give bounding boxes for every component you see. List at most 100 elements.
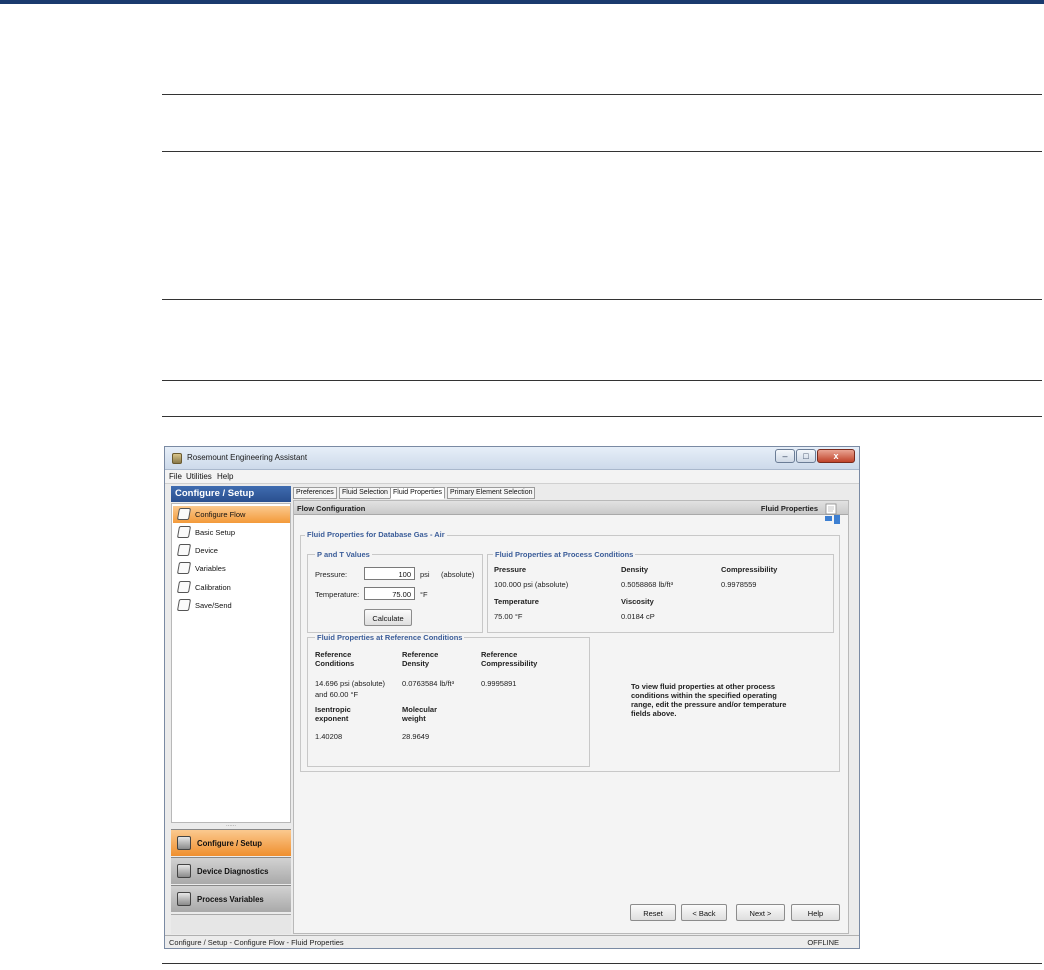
menu-file[interactable]: File bbox=[169, 472, 182, 481]
menu-help[interactable]: Help bbox=[217, 472, 233, 481]
process-variables-icon bbox=[177, 892, 191, 906]
pt-values-title: P and T Values bbox=[315, 550, 372, 559]
status-bar: Configure / Setup - Configure Flow - Flu… bbox=[165, 935, 859, 948]
device-icon bbox=[176, 544, 192, 556]
save-send-icon bbox=[176, 599, 192, 611]
process-conditions-title: Fluid Properties at Process Conditions bbox=[493, 550, 636, 559]
nav-item-label: Device bbox=[195, 546, 218, 555]
back-button[interactable]: < Back bbox=[681, 904, 727, 921]
temperature-label: Temperature: bbox=[315, 590, 360, 599]
nav-item-label: Save/Send bbox=[195, 601, 232, 610]
info-note: To view fluid properties at other proces… bbox=[631, 682, 787, 718]
ref-conditions-heading: Reference Conditions bbox=[315, 650, 355, 668]
process-conditions-group bbox=[487, 554, 834, 633]
temperature-input[interactable]: 75.00 bbox=[364, 587, 415, 600]
divider bbox=[162, 299, 1042, 300]
ref-density-heading: Reference Density bbox=[402, 650, 439, 668]
process-compressibility-value: 0.9978559 bbox=[721, 580, 757, 589]
nav-panel: Configure Flow Basic Setup Device Variab… bbox=[171, 503, 291, 823]
temperature-unit: °F bbox=[420, 590, 428, 599]
ref-conditions-value: 14.696 psi (absolute) and 60.00 °F bbox=[315, 679, 386, 699]
isentropic-exponent-value: 1.40208 bbox=[315, 732, 343, 741]
nav-header: Configure / Setup bbox=[171, 486, 291, 502]
nav-item-variables[interactable]: Variables bbox=[173, 560, 290, 577]
reset-button[interactable]: Reset bbox=[630, 904, 676, 921]
nav-item-save-send[interactable]: Save/Send bbox=[173, 597, 290, 614]
molecular-weight-value: 28.9649 bbox=[402, 732, 430, 741]
fluid-properties-group-title: Fluid Properties for Database Gas - Air bbox=[305, 530, 447, 539]
process-temperature-heading: Temperature bbox=[494, 597, 539, 606]
divider bbox=[162, 380, 1042, 381]
close-button[interactable]: x bbox=[817, 449, 855, 463]
window-title: Rosemount Engineering Assistant bbox=[187, 453, 308, 462]
nav-section-process-variables[interactable]: Process Variables bbox=[171, 885, 291, 912]
pressure-unit: psi bbox=[420, 570, 430, 579]
process-viscosity-heading: Viscosity bbox=[621, 597, 654, 606]
process-pressure-heading: Pressure bbox=[494, 565, 527, 574]
calculate-button[interactable]: Calculate bbox=[364, 609, 412, 626]
ref-compressibility-value: 0.9995891 bbox=[481, 679, 517, 688]
next-button[interactable]: Next > bbox=[736, 904, 785, 921]
minimize-button[interactable]: – bbox=[775, 449, 795, 463]
isentropic-exponent-heading: Isentropic exponent bbox=[315, 705, 351, 723]
basic-setup-icon bbox=[176, 526, 192, 538]
divider bbox=[162, 416, 1042, 417]
splitter-handle[interactable]: ...... bbox=[171, 822, 291, 828]
molecular-weight-heading: Molecular weight bbox=[402, 705, 438, 723]
variables-icon bbox=[176, 562, 192, 574]
help-button[interactable]: Help bbox=[791, 904, 840, 921]
tab-fluid-properties[interactable]: Fluid Properties bbox=[390, 487, 446, 499]
nav-item-calibration[interactable]: Calibration bbox=[173, 579, 290, 596]
pressure-label: Pressure: bbox=[315, 570, 348, 579]
nav-item-label: Configure Flow bbox=[195, 510, 246, 519]
status-text: Configure / Setup - Configure Flow - Flu… bbox=[169, 938, 344, 947]
nav-section-configure-setup[interactable]: Configure / Setup bbox=[171, 829, 291, 856]
nav-filler bbox=[171, 914, 291, 934]
tab-primary-element-selection[interactable]: Primary Element Selection bbox=[447, 487, 536, 499]
app-window: Rosemount Engineering Assistant – □ x Fi… bbox=[164, 446, 860, 949]
nav-section-label: Device Diagnostics bbox=[197, 867, 269, 876]
ref-compressibility-heading: Reference Compressibility bbox=[481, 650, 538, 668]
process-density-heading: Density bbox=[621, 565, 649, 574]
configure-setup-icon bbox=[177, 836, 191, 850]
maximize-button[interactable]: □ bbox=[796, 449, 816, 463]
process-density-value: 0.5058868 lb/ft³ bbox=[621, 580, 674, 589]
menu-bar: File Utilities Help bbox=[165, 470, 859, 484]
process-compressibility-heading: Compressibility bbox=[721, 565, 778, 574]
title-bar: Rosemount Engineering Assistant – □ x bbox=[165, 447, 859, 470]
process-pressure-value: 100.000 psi (absolute) bbox=[494, 580, 569, 589]
pressure-qualifier: (absolute) bbox=[441, 570, 475, 579]
header-bar bbox=[0, 0, 1044, 4]
pressure-input[interactable]: 100 bbox=[364, 567, 415, 580]
menu-utilities[interactable]: Utilities bbox=[186, 472, 212, 481]
content-header-title: Flow Configuration bbox=[297, 504, 366, 513]
app-icon bbox=[172, 453, 182, 464]
configure-flow-icon bbox=[176, 508, 192, 520]
nav-section-label: Process Variables bbox=[197, 895, 264, 904]
nav-item-label: Variables bbox=[195, 564, 226, 573]
content-panel: Flow Configuration Fluid Properties Flui… bbox=[293, 500, 849, 934]
nav-item-configure-flow[interactable]: Configure Flow bbox=[173, 506, 290, 523]
content-header: Flow Configuration Fluid Properties bbox=[294, 501, 848, 515]
process-viscosity-value: 0.0184 cP bbox=[621, 612, 655, 621]
fluid-properties-icon bbox=[825, 503, 840, 524]
tab-preferences[interactable]: Preferences bbox=[293, 487, 337, 499]
nav-section-label: Configure / Setup bbox=[197, 839, 262, 848]
divider bbox=[162, 151, 1042, 152]
reference-conditions-title: Fluid Properties at Reference Conditions bbox=[315, 633, 465, 642]
divider bbox=[162, 963, 1042, 964]
calibration-icon bbox=[176, 581, 192, 593]
content-header-subtitle: Fluid Properties bbox=[760, 504, 818, 513]
nav-item-basic-setup[interactable]: Basic Setup bbox=[173, 524, 290, 541]
device-diagnostics-icon bbox=[177, 864, 191, 878]
document-page: Rosemount Engineering Assistant – □ x Fi… bbox=[0, 0, 1044, 970]
divider bbox=[162, 94, 1042, 95]
process-temperature-value: 75.00 °F bbox=[494, 612, 523, 621]
connection-status: OFFLINE bbox=[807, 938, 839, 947]
nav-section-device-diagnostics[interactable]: Device Diagnostics bbox=[171, 857, 291, 884]
nav-item-device[interactable]: Device bbox=[173, 542, 290, 559]
tab-fluid-selection[interactable]: Fluid Selection bbox=[339, 487, 391, 499]
nav-item-label: Basic Setup bbox=[195, 528, 236, 537]
ref-density-value: 0.0763584 lb/ft³ bbox=[402, 679, 455, 688]
nav-item-label: Calibration bbox=[195, 583, 231, 592]
